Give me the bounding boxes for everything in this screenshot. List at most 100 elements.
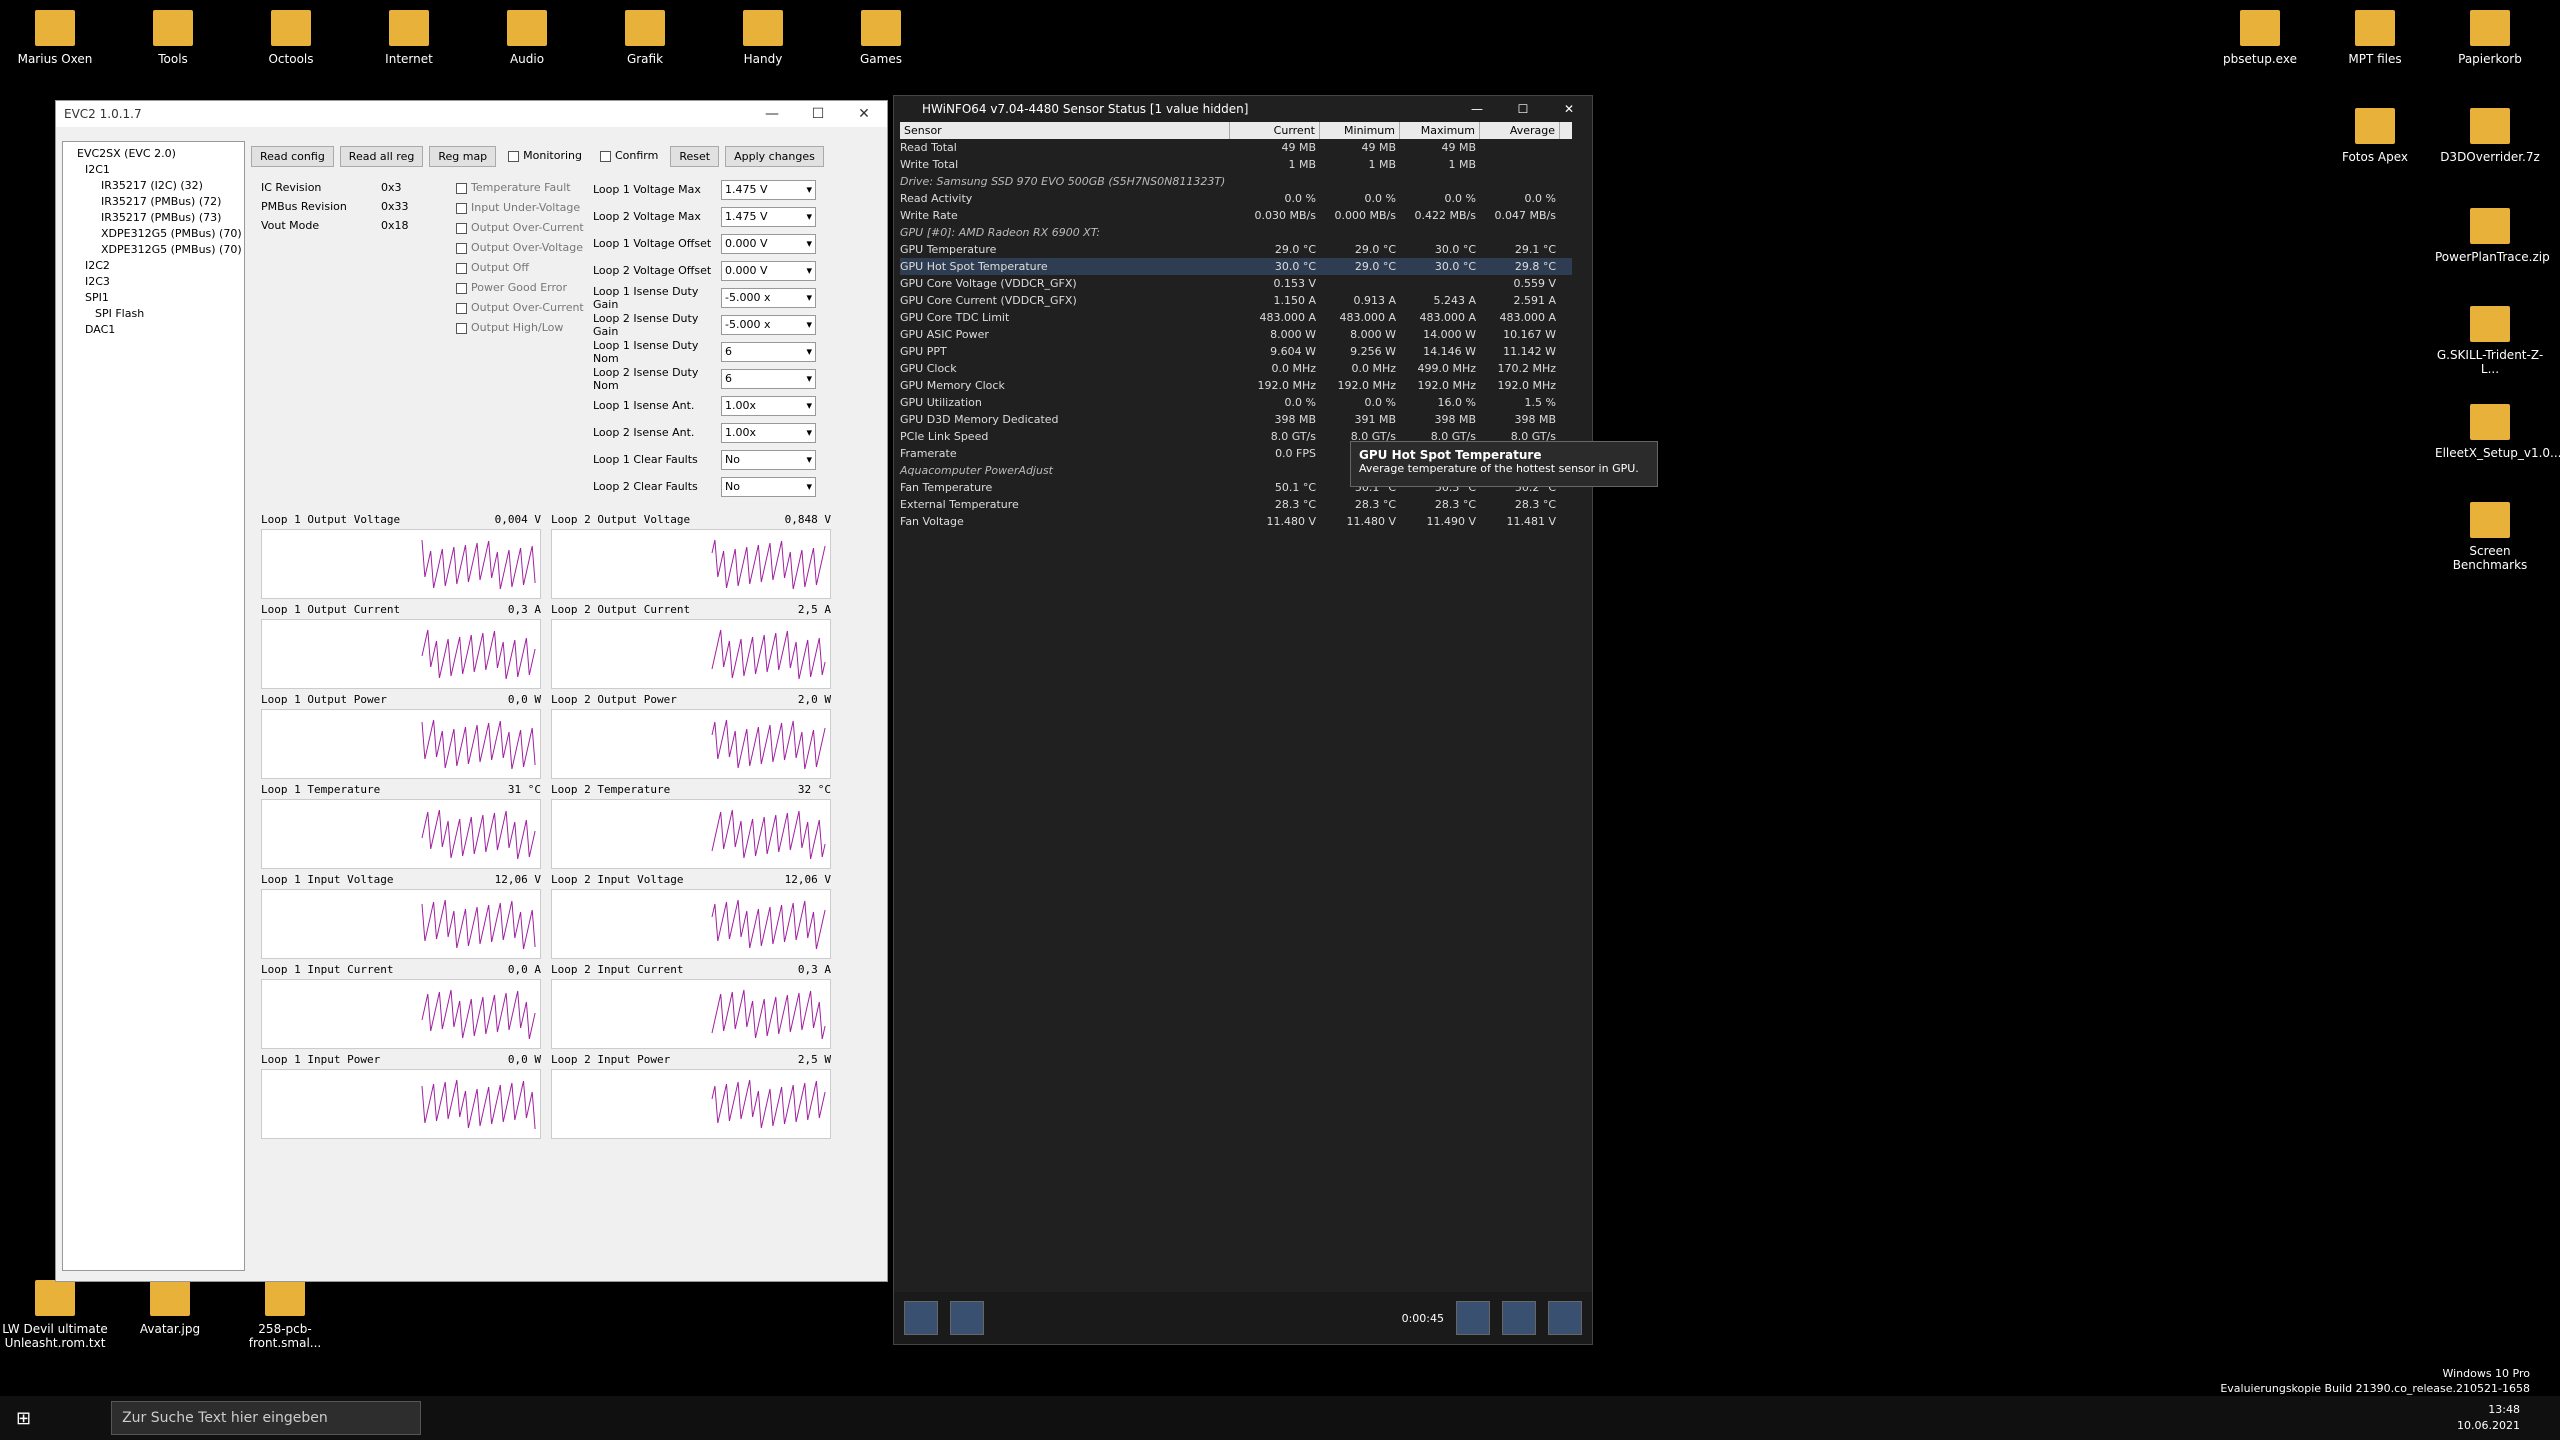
sensor-row[interactable]: GPU Temperature 29.0 °C 29.0 °C 30.0 °C 29.1…	[900, 241, 1572, 258]
desktop-icon[interactable]: D3DOverrider.7z	[2435, 108, 2545, 164]
clock[interactable]: 13:48 10.06.2021	[2457, 1402, 2560, 1434]
loop-setting-select[interactable]: 6	[721, 341, 816, 362]
column-header[interactable]: Current	[1230, 122, 1320, 139]
column-header[interactable]: Average	[1480, 122, 1560, 139]
device-tree[interactable]: EVC2SX (EVC 2.0) I2C1 IR35217 (I2C) (32) IR…	[62, 141, 245, 1271]
minimize-icon[interactable]: —	[1454, 102, 1500, 116]
windows-start-icon[interactable]: ⊞	[16, 1408, 31, 1429]
tree-node[interactable]: SPI Flash	[67, 306, 240, 322]
desktop-icon[interactable]: PowerPlanTrace.zip	[2435, 208, 2550, 264]
tree-node[interactable]: DAC1	[67, 322, 240, 338]
apply-changes-button[interactable]: Apply changes	[725, 146, 824, 167]
desktop-icon[interactable]: 258-pcb-front.smal...	[230, 1280, 340, 1350]
loop-setting-select[interactable]: No	[721, 449, 816, 470]
clock-icon[interactable]	[1456, 1301, 1490, 1335]
desktop-icon[interactable]: Audio	[472, 10, 582, 66]
sensor-value: 0.0 %	[1444, 192, 1476, 205]
checkbox-box[interactable]	[508, 150, 520, 162]
loop-setting-select[interactable]: 1.475 V	[721, 206, 816, 227]
desktop-icon[interactable]: Octools	[236, 10, 346, 66]
column-header[interactable]: Minimum	[1320, 122, 1400, 139]
sensor-row[interactable]: External Temperature 28.3 °C 28.3 °C 28.3 °…	[900, 496, 1572, 513]
loop-setting-select[interactable]: -5.000 x	[721, 314, 816, 335]
settings-icon[interactable]	[1502, 1301, 1536, 1335]
layout-icon[interactable]	[950, 1301, 984, 1335]
loop-setting-select[interactable]: -5.000 x	[721, 287, 816, 308]
checkbox-monitoring[interactable]: Monitoring	[502, 146, 588, 167]
minimize-icon[interactable]: —	[749, 106, 795, 122]
nav-arrows-icon[interactable]	[904, 1301, 938, 1335]
loop-setting-select[interactable]: 1.475 V	[721, 179, 816, 200]
desktop-icon[interactable]: Grafik	[590, 10, 700, 66]
graph-title: Loop 1 Output Power	[261, 693, 387, 706]
sensor-row[interactable]: Write Total 1 MB 1 MB 1 MB	[900, 156, 1572, 173]
desktop-icon[interactable]: pbsetup.exe	[2205, 10, 2315, 66]
monitor-graph: Loop 2 Temperature 32 °C	[551, 783, 831, 869]
loop-setting-select[interactable]: 1.00x	[721, 422, 816, 443]
desktop-icon[interactable]: Marius Oxen	[0, 10, 110, 66]
sensor-row[interactable]: Write Rate 0.030 MB/s 0.000 MB/s 0.422 MB/s…	[900, 207, 1572, 224]
sensor-row[interactable]: GPU Utilization 0.0 % 0.0 % 16.0 % 1.5 %	[900, 394, 1572, 411]
tree-node[interactable]: I2C2	[67, 258, 240, 274]
loop-setting-select[interactable]: 0.000 V	[721, 233, 816, 254]
desktop-icon[interactable]: ElleetX_Setup_v1.0...	[2435, 404, 2560, 460]
sensor-row[interactable]: GPU PPT 9.604 W 9.256 W 14.146 W 11.142 W	[900, 343, 1572, 360]
read-config-button[interactable]: Read config	[251, 146, 334, 167]
tree-node[interactable]: XDPE312G5 (PMBus) (70)	[67, 242, 242, 258]
sensor-row[interactable]: Read Activity 0.0 % 0.0 % 0.0 % 0.0 %	[900, 190, 1572, 207]
exit-icon[interactable]	[1548, 1301, 1582, 1335]
checkbox-confirm[interactable]: Confirm	[594, 146, 664, 167]
monitor-graph: Loop 2 Input Voltage 12,06 V	[551, 873, 831, 959]
sensor-row[interactable]: GPU Clock 0.0 MHz 0.0 MHz 499.0 MHz 170.2 MH…	[900, 360, 1572, 377]
sensor-row[interactable]: GPU D3D Memory Dedicated 398 MB 391 MB 398 …	[900, 411, 1572, 428]
tree-node[interactable]: IR35217 (PMBus) (72)	[67, 194, 240, 210]
sensor-row[interactable]: GPU ASIC Power 8.000 W 8.000 W 14.000 W 10.1…	[900, 326, 1572, 343]
flag-label: Output High/Low	[471, 321, 564, 334]
sensor-header[interactable]: Sensor Current Minimum Maximum Average	[900, 122, 1572, 139]
tree-node[interactable]: SPI1	[67, 290, 240, 306]
tree-node[interactable]: EVC2SX (EVC 2.0)	[67, 146, 240, 162]
tree-node[interactable]: I2C3	[67, 274, 240, 290]
maximize-icon[interactable]: ☐	[1500, 102, 1546, 116]
loop-setting-select[interactable]: No	[721, 476, 816, 497]
desktop-icon[interactable]: Internet	[354, 10, 464, 66]
reset-button[interactable]: Reset	[670, 146, 720, 167]
sensor-row[interactable]: Fan Voltage 11.480 V 11.480 V 11.490 V 11.48…	[900, 513, 1572, 530]
read-all-reg-button[interactable]: Read all reg	[339, 146, 424, 167]
sensor-row[interactable]: GPU Core Voltage (VDDCR_GFX) 0.153 V 0.559…	[900, 275, 1572, 292]
sensor-row[interactable]: GPU Memory Clock 192.0 MHz 192.0 MHz 192.0 …	[900, 377, 1572, 394]
desktop-icon[interactable]: Papierkorb	[2435, 10, 2545, 66]
close-icon[interactable]: ✕	[841, 106, 887, 122]
sensor-row[interactable]: Drive: Samsung SSD 970 EVO 500GB (S5H7NS…	[900, 173, 1572, 190]
desktop-icon[interactable]: MPT files	[2320, 10, 2430, 66]
sensor-row[interactable]: GPU [#0]: AMD Radeon RX 6900 XT:	[900, 224, 1572, 241]
tree-node[interactable]: XDPE312G5 (PMBus) (70)	[67, 226, 242, 242]
desktop-icon[interactable]: Avatar.jpg	[115, 1280, 225, 1336]
desktop-icon[interactable]: Games	[826, 10, 936, 66]
sensor-row[interactable]: GPU Core Current (VDDCR_GFX) 1.150 A 0.913…	[900, 292, 1572, 309]
reg-map-button[interactable]: Reg map	[429, 146, 497, 167]
graph-header: Loop 1 Input Voltage 12,06 V	[261, 873, 541, 889]
column-header[interactable]: Sensor	[900, 122, 1230, 139]
desktop-icon[interactable]: LW Devil ultimate Unleasht.rom.txt	[0, 1280, 110, 1350]
checkbox-box[interactable]	[600, 150, 611, 162]
column-header[interactable]: Maximum	[1400, 122, 1480, 139]
close-icon[interactable]: ✕	[1546, 102, 1592, 116]
sensor-row[interactable]: Read Total 49 MB 49 MB 49 MB	[900, 139, 1572, 156]
sensor-row[interactable]: GPU Core TDC Limit 483.000 A 483.000 A 483.…	[900, 309, 1572, 326]
desktop-icon[interactable]: Handy	[708, 10, 818, 66]
desktop-icon[interactable]: Screen Benchmarks	[2435, 502, 2545, 572]
loop-setting-select[interactable]: 6	[721, 368, 816, 389]
loop-setting-select[interactable]: 1.00x	[721, 395, 816, 416]
sensor-row[interactable]: GPU Hot Spot Temperature 30.0 °C 29.0 °C 30…	[900, 258, 1572, 275]
loop-setting-select[interactable]: 0.000 V	[721, 260, 816, 281]
watermark-line: Windows 10 Pro	[2442, 1367, 2530, 1380]
tree-node[interactable]: I2C1	[67, 162, 240, 178]
search-box[interactable]: Zur Suche Text hier eingeben	[111, 1401, 422, 1435]
desktop-icon[interactable]: Fotos Apex	[2320, 108, 2430, 164]
desktop-icon[interactable]: Tools	[118, 10, 228, 66]
maximize-icon[interactable]: ☐	[795, 106, 841, 122]
tree-node[interactable]: IR35217 (I2C) (32)	[67, 178, 240, 194]
tree-node[interactable]: IR35217 (PMBus) (73)	[67, 210, 240, 226]
desktop-icon[interactable]: G.SKILL-Trident-Z-L...	[2435, 306, 2545, 376]
